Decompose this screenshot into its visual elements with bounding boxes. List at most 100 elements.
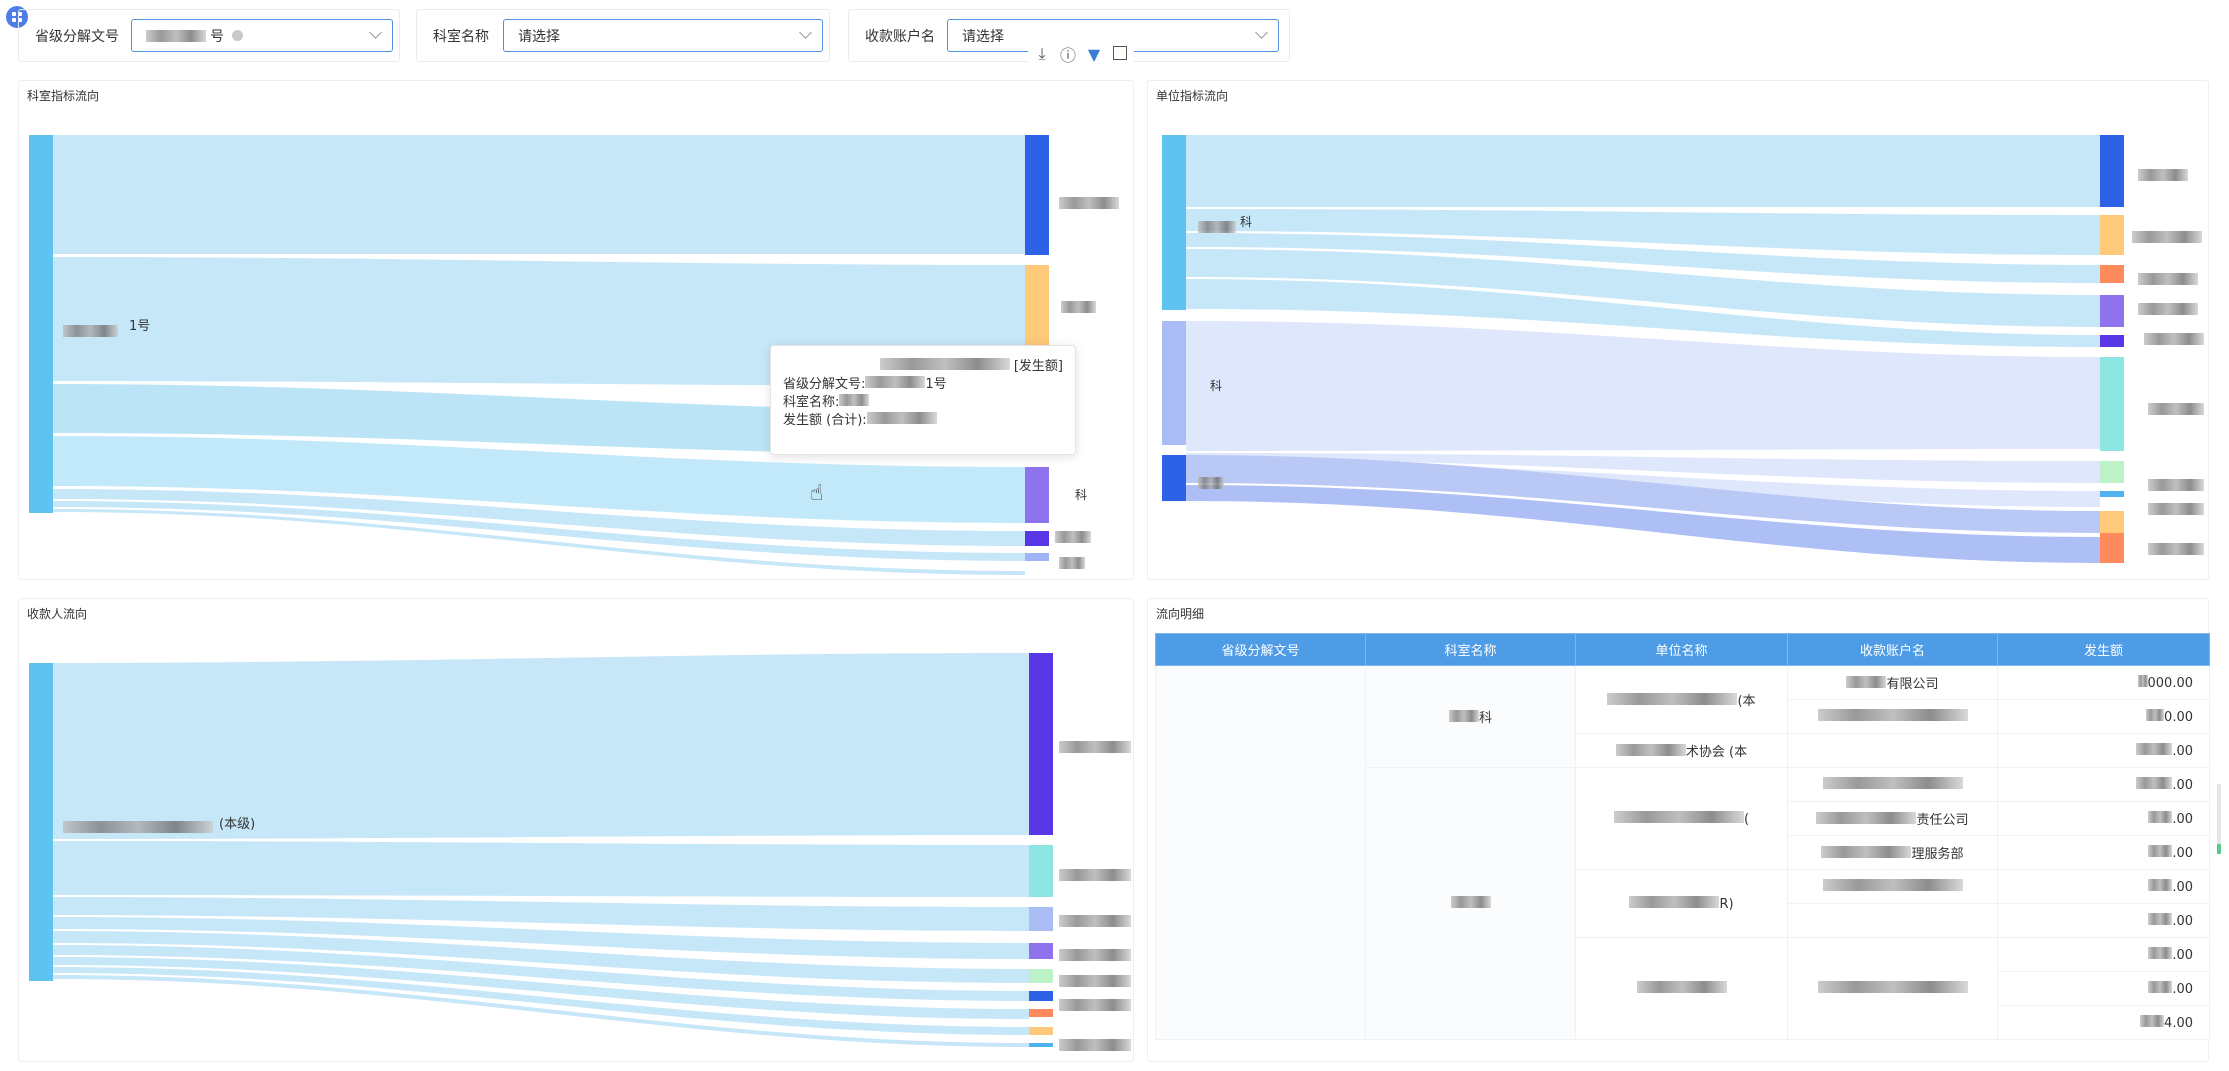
sankey-source-label: (本级) — [219, 817, 256, 832]
table-cell-payee — [1787, 733, 1998, 768]
dept-sankey-chart — [29, 135, 1049, 575]
table-cell-amount: .00 — [1997, 733, 2210, 768]
redacted-text — [1822, 776, 1963, 789]
chevron-down-icon — [369, 26, 382, 39]
dept-flow-panel: 科室指标流向 1号 科 — [18, 80, 1134, 580]
redacted-text — [146, 29, 206, 42]
redacted-text — [2148, 479, 2204, 491]
sankey-target-node — [1029, 1009, 1053, 1017]
redacted-text — [1448, 710, 1479, 722]
redacted-text — [2148, 980, 2173, 993]
filter-doc-number: 省级分解文号 号 — [18, 9, 400, 62]
redacted-text — [1636, 980, 1727, 993]
info-icon[interactable]: ⓘ — [1058, 42, 1078, 66]
table-cell-payee — [1787, 903, 1998, 938]
tooltip-header-text: [发生额] — [1013, 359, 1063, 374]
redacted-text — [2136, 776, 2173, 789]
tooltip-label: 省级分解文号: — [783, 377, 866, 392]
redacted-text — [2138, 169, 2188, 181]
table-cell-amount: .00 — [1997, 801, 2210, 836]
amount-value: 4.00 — [2164, 1015, 2193, 1031]
redacted-text — [2137, 674, 2148, 687]
table-row[interactable]: 科 (本 有限公司 000.00 — [1155, 665, 2210, 1040]
column-header[interactable]: 单位名称 — [1575, 633, 1788, 666]
filter-label: 省级分解文号 — [35, 28, 119, 45]
chevron-down-icon — [799, 26, 812, 39]
table-cell-amount: .00 — [1997, 767, 2210, 802]
unit-value: 术协会 (本 — [1685, 745, 1748, 760]
sankey-source-node — [1162, 455, 1186, 501]
select-value: 请选择 — [962, 28, 1004, 45]
column-header[interactable]: 省级分解文号 — [1155, 633, 1366, 666]
sankey-target-label: 科 — [1075, 488, 1088, 502]
sankey-target-node — [1029, 1043, 1053, 1047]
sankey-target-node — [2100, 491, 2124, 497]
column-header[interactable]: 收款账户名 — [1787, 633, 1998, 666]
tooltip-value: 1号 — [925, 377, 947, 392]
redacted-text — [1198, 477, 1224, 489]
fullscreen-icon[interactable] — [1110, 45, 1130, 64]
redacted-text — [1816, 812, 1917, 824]
panel-title: 流向明细 — [1156, 607, 1205, 621]
table-cell-payee — [1787, 937, 1998, 1040]
redacted-text — [1817, 980, 1968, 993]
payee-value: 理服务部 — [1911, 847, 1964, 862]
chevron-down-icon — [1255, 26, 1268, 39]
redacted-text — [1059, 975, 1131, 987]
sankey-target-node — [1029, 991, 1053, 1001]
filter-label: 科室名称 — [433, 28, 489, 45]
sankey-target-node — [1025, 553, 1049, 561]
tooltip-label: 发生额 (合计): — [783, 413, 867, 428]
redacted-text — [63, 821, 213, 833]
redacted-text — [1817, 708, 1968, 721]
redacted-text — [1059, 949, 1131, 961]
redacted-text — [1059, 557, 1085, 569]
column-header[interactable]: 科室名称 — [1365, 633, 1576, 666]
clear-icon[interactable] — [232, 30, 243, 41]
amount-value: .00 — [2172, 879, 2193, 895]
table-cell-amount: .00 — [1997, 971, 2210, 1006]
sankey-source-label: 科 — [1240, 215, 1253, 229]
amount-value: .00 — [2172, 777, 2193, 793]
redacted-text — [2148, 543, 2204, 555]
redacted-text — [1198, 221, 1236, 233]
filter-icon[interactable]: ▼ — [1084, 45, 1104, 64]
download-icon[interactable]: ⤓ — [1032, 44, 1052, 64]
table-cell-payee — [1787, 699, 1998, 734]
sankey-target-node — [1029, 845, 1053, 897]
redacted-text — [1059, 999, 1131, 1011]
payee-value: 责任公司 — [1916, 813, 1969, 828]
table-cell-unit — [1575, 937, 1788, 1040]
filter-label: 收款账户名 — [865, 28, 935, 45]
dept-name-select[interactable]: 请选择 — [503, 19, 823, 52]
unit-value: ( — [1743, 811, 1750, 827]
sankey-link — [1186, 135, 2100, 207]
redacted-text — [1059, 197, 1119, 209]
amount-value: 000.00 — [2147, 675, 2194, 691]
table-cell-payee: 有限公司 — [1787, 665, 1998, 700]
column-header[interactable]: 发生额 — [1997, 633, 2210, 666]
redacted-text — [1613, 810, 1744, 823]
table-cell-payee — [1787, 869, 1998, 904]
table-cell-unit: R) — [1575, 869, 1788, 938]
table-cell-unit: 术协会 (本 — [1575, 733, 1788, 768]
redacted-text — [2148, 810, 2173, 823]
redacted-text — [866, 412, 937, 424]
sankey-target-node — [1029, 1027, 1053, 1035]
amount-value: .00 — [2172, 947, 2193, 963]
sankey-source-node — [1162, 321, 1186, 445]
doc-number-select[interactable]: 号 — [131, 19, 393, 52]
redacted-text — [839, 394, 870, 406]
chart-toolbar: ⤓ ⓘ ▼ — [1028, 42, 1134, 66]
redacted-text — [63, 325, 118, 337]
table-scrollbar[interactable] — [2217, 784, 2221, 854]
table-header-row: 省级分解文号 科室名称 单位名称 收款账户名 发生额 — [1155, 633, 2210, 666]
sankey-source-label: 1号 — [129, 319, 151, 334]
table-cell-amount: 0.00 — [1997, 699, 2210, 734]
table-cell-payee: 责任公司 — [1787, 801, 1998, 836]
filter-dept-name: 科室名称 请选择 — [416, 9, 830, 62]
unit-value: R) — [1719, 896, 1734, 912]
sankey-target-node — [1025, 135, 1049, 255]
sankey-source-node — [1162, 135, 1186, 310]
sankey-target-node — [2100, 265, 2124, 283]
